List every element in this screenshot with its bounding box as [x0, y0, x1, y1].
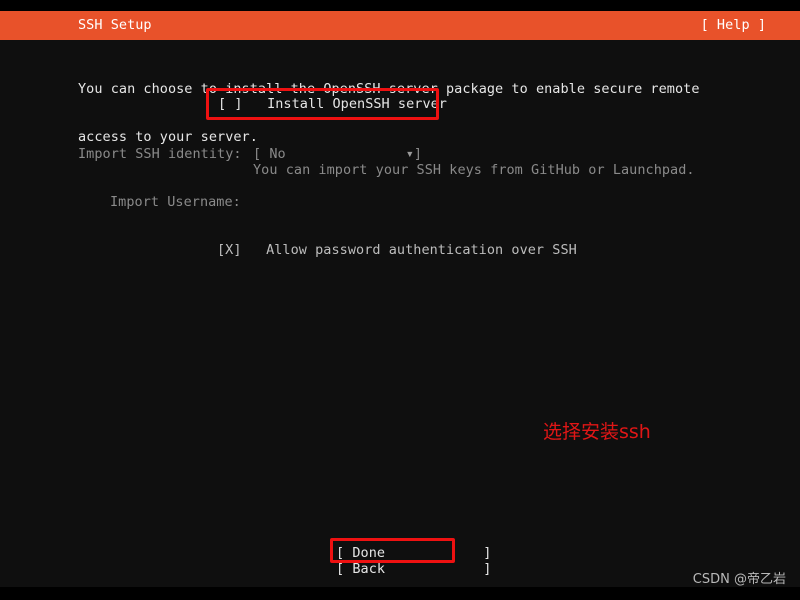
intro-line-1: You can choose to install the OpenSSH se…: [78, 81, 700, 97]
letterbox-top: [0, 0, 800, 11]
install-openssh-checkbox[interactable]: [ ] Install OpenSSH server: [218, 96, 447, 112]
import-ssh-identity-value: [ No: [253, 146, 286, 162]
annotation-select-install-ssh: 选择安装ssh: [543, 421, 651, 443]
help-button[interactable]: [ Help ]: [701, 11, 766, 40]
import-ssh-identity-label: Import SSH identity:: [78, 146, 242, 162]
allow-password-auth-checkbox[interactable]: [X] Allow password authentication over S…: [217, 242, 577, 258]
back-button[interactable]: [ Back ]: [336, 561, 491, 577]
intro-line-2: access to your server.: [78, 129, 258, 145]
import-ssh-identity-bracket-close: ]: [413, 146, 423, 162]
csdn-watermark: CSDN @帝乙岩: [692, 572, 786, 587]
import-username-label: Import Username:: [110, 194, 241, 210]
page-title: SSH Setup: [78, 17, 152, 33]
installer-screen: SSH Setup [ Help ] You can choose to ins…: [0, 0, 800, 600]
letterbox-bottom: [0, 587, 800, 600]
title-bar: SSH Setup [ Help ]: [0, 11, 800, 40]
import-ssh-identity-hint: You can import your SSH keys from GitHub…: [253, 162, 695, 178]
chevron-down-icon: ▾: [405, 146, 414, 162]
done-button[interactable]: [ Done ]: [336, 545, 491, 561]
import-ssh-identity-select[interactable]: [ No ▾]: [253, 146, 422, 162]
